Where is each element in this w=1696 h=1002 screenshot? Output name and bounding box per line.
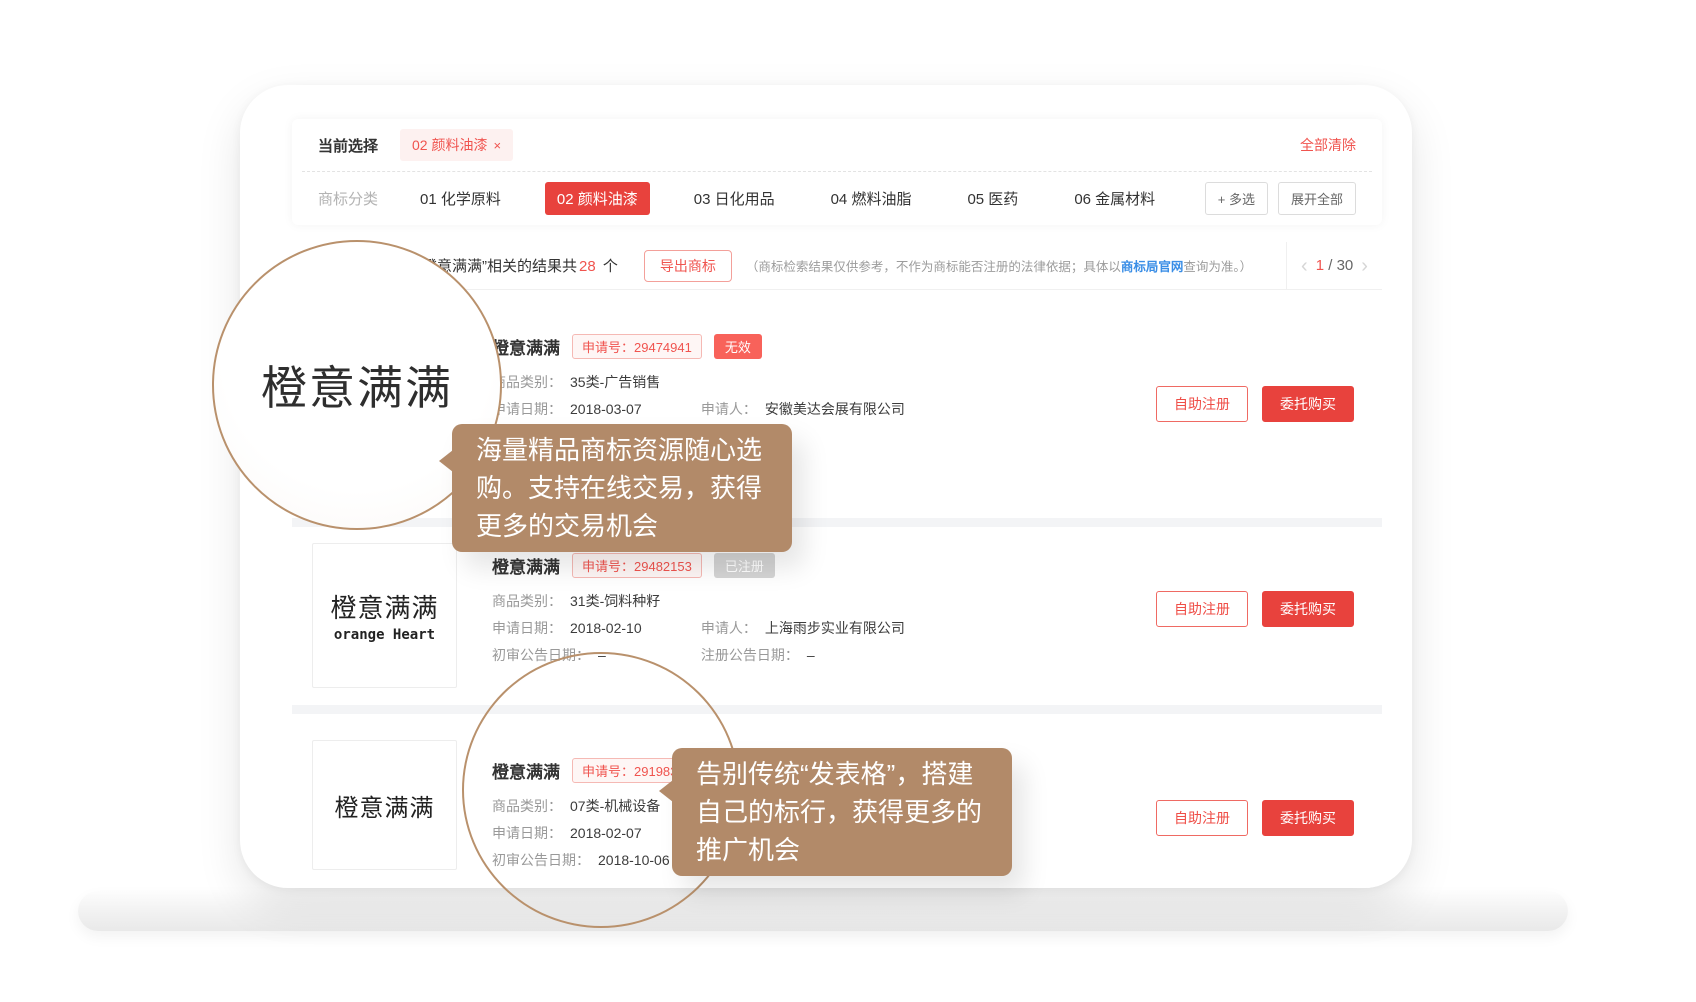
application-number-label: 申请号： — [582, 559, 634, 574]
trademark-image-text: 橙意满满 — [335, 788, 435, 823]
entrust-purchase-button[interactable]: 委托购买 — [1262, 591, 1354, 627]
selected-category-chip-label: 02 颜料油漆 — [412, 135, 487, 155]
row-actions: 自助注册 委托购买 — [1156, 591, 1354, 627]
next-page-icon[interactable]: › — [1361, 256, 1368, 276]
results-count-unit: 个 — [603, 258, 618, 275]
prev-page-icon[interactable]: ‹ — [1301, 256, 1308, 276]
row-actions: 自助注册 委托购买 — [1156, 386, 1354, 422]
trademark-image-subtext: orange Heart — [334, 627, 435, 643]
category-item-03[interactable]: 03 日化用品 — [682, 182, 787, 215]
result-details-1: 橙意满满 申请号：29474941 无效 商品类别： 35类-广告销售 申请日期：… — [492, 290, 1162, 423]
row-actions: 自助注册 委托购买 — [1156, 800, 1354, 836]
field-label: 申请人： — [701, 401, 757, 417]
field-row: 商品类别： 35类-广告销售 — [492, 369, 1162, 396]
close-icon[interactable]: × — [493, 138, 501, 153]
export-trademarks-button[interactable]: 导出商标 — [644, 250, 732, 282]
disclaimer-pre: （商标检索结果仅供参考，不作为商标能否注册的法律依据；具体以 — [746, 260, 1121, 274]
category-item-02-selected[interactable]: 02 颜料油漆 — [545, 182, 650, 215]
title-line: 橙意满满 申请号：29482153 已注册 — [492, 553, 1162, 578]
trademark-name[interactable]: 橙意满满 — [492, 553, 560, 578]
field-label: 注册公告日期： — [701, 647, 799, 663]
page-separator: / — [1328, 257, 1332, 274]
trademark-image-2: 橙意满满 orange Heart — [312, 543, 457, 688]
category-item-06[interactable]: 06 金属材料 — [1062, 182, 1167, 215]
self-register-button[interactable]: 自助注册 — [1156, 386, 1248, 422]
magnified-trademark-text: 橙意满满 — [261, 352, 453, 418]
result-row-2: 橙意满满 orange Heart 橙意满满 申请号：29482153 已注册 … — [292, 527, 1382, 705]
field-label: 申请日期： — [492, 620, 562, 636]
self-register-button[interactable]: 自助注册 — [1156, 591, 1248, 627]
laptop-base — [78, 891, 1568, 931]
application-number-value: 29474941 — [634, 340, 692, 355]
multi-select-button[interactable]: + 多选 — [1205, 182, 1268, 215]
current-selection-row: 当前选择 02 颜料油漆 × 全部清除 — [292, 119, 1382, 171]
current-selection-label: 当前选择 — [318, 135, 378, 156]
pagination: ‹ 1 / 30 › — [1286, 242, 1382, 289]
expand-all-button[interactable]: 展开全部 — [1278, 182, 1356, 215]
total-pages: 30 — [1337, 257, 1354, 274]
category-actions: + 多选 展开全部 — [1205, 182, 1356, 215]
field-value: 安徽美达会展有限公司 — [765, 401, 905, 417]
clear-all-link[interactable]: 全部清除 — [1300, 135, 1356, 155]
trademark-image-text: 橙意满满 — [330, 588, 438, 625]
field-value: – — [807, 647, 815, 663]
trademark-image-3: 橙意满满 — [312, 740, 457, 870]
entrust-purchase-button[interactable]: 委托购买 — [1262, 800, 1354, 836]
field-label: 商品类别： — [492, 593, 562, 609]
trademark-name[interactable]: 橙意满满 — [492, 334, 560, 359]
field-row: 商品类别： 31类-饲料种籽 — [492, 588, 1162, 615]
status-badge-registered: 已注册 — [714, 553, 775, 578]
field-row: 申请日期： 2018-03-07 申请人： 安徽美达会展有限公司 — [492, 396, 1162, 423]
status-badge-invalid: 无效 — [714, 334, 762, 359]
selected-category-chip[interactable]: 02 颜料油漆 × — [400, 129, 513, 161]
field-row: 申请日期： 2018-02-10 申请人： 上海雨步实业有限公司 — [492, 615, 1162, 642]
application-number-value: 29482153 — [634, 559, 692, 574]
application-number-badge: 申请号：29482153 — [572, 553, 702, 578]
application-number-badge: 申请号：29474941 — [572, 334, 702, 359]
title-line: 橙意满满 申请号：29474941 无效 — [492, 334, 1162, 359]
category-item-05[interactable]: 05 医药 — [955, 182, 1030, 215]
category-row: 商标分类 01 化学原料 02 颜料油漆 03 日化用品 04 燃料油脂 05 … — [292, 172, 1382, 225]
field-value: 35类-广告销售 — [570, 374, 660, 390]
category-item-04[interactable]: 04 燃料油脂 — [819, 182, 924, 215]
tooltip-marketplace: 海量精品商标资源随心选购。支持在线交易，获得更多的交易机会 — [452, 424, 792, 552]
application-number-label: 申请号： — [582, 340, 634, 355]
field-label: 商品类别： — [492, 374, 562, 390]
category-bar-label: 商标分类 — [318, 188, 378, 209]
field-value: 2018-02-10 — [570, 620, 642, 636]
field-value: 2018-03-07 — [570, 401, 642, 417]
disclaimer-text: （商标检索结果仅供参考，不作为商标能否注册的法律依据；具体以商标局官网查询为准。… — [746, 256, 1252, 275]
disclaimer-post: 查询为准。） — [1183, 260, 1252, 274]
results-count: 28 — [579, 258, 596, 275]
row-gap — [292, 705, 1382, 714]
field-label: 申请人： — [701, 620, 757, 636]
field-value: 31类-饲料种籽 — [570, 593, 660, 609]
filter-card: 当前选择 02 颜料油漆 × 全部清除 商标分类 01 化学原料 02 颜料油漆… — [292, 119, 1382, 225]
page: 当前选择 02 颜料油漆 × 全部清除 商标分类 01 化学原料 02 颜料油漆… — [0, 0, 1696, 1002]
trademark-office-link[interactable]: 商标局官网 — [1121, 260, 1184, 274]
category-item-01[interactable]: 01 化学原料 — [408, 182, 513, 215]
current-page: 1 — [1316, 257, 1324, 274]
tooltip-promotion: 告别传统“发表格”，搭建自己的标行，获得更多的推广机会 — [672, 748, 1012, 876]
entrust-purchase-button[interactable]: 委托购买 — [1262, 386, 1354, 422]
field-value: 上海雨步实业有限公司 — [765, 620, 905, 636]
field-label: 申请日期： — [492, 401, 562, 417]
self-register-button[interactable]: 自助注册 — [1156, 800, 1248, 836]
